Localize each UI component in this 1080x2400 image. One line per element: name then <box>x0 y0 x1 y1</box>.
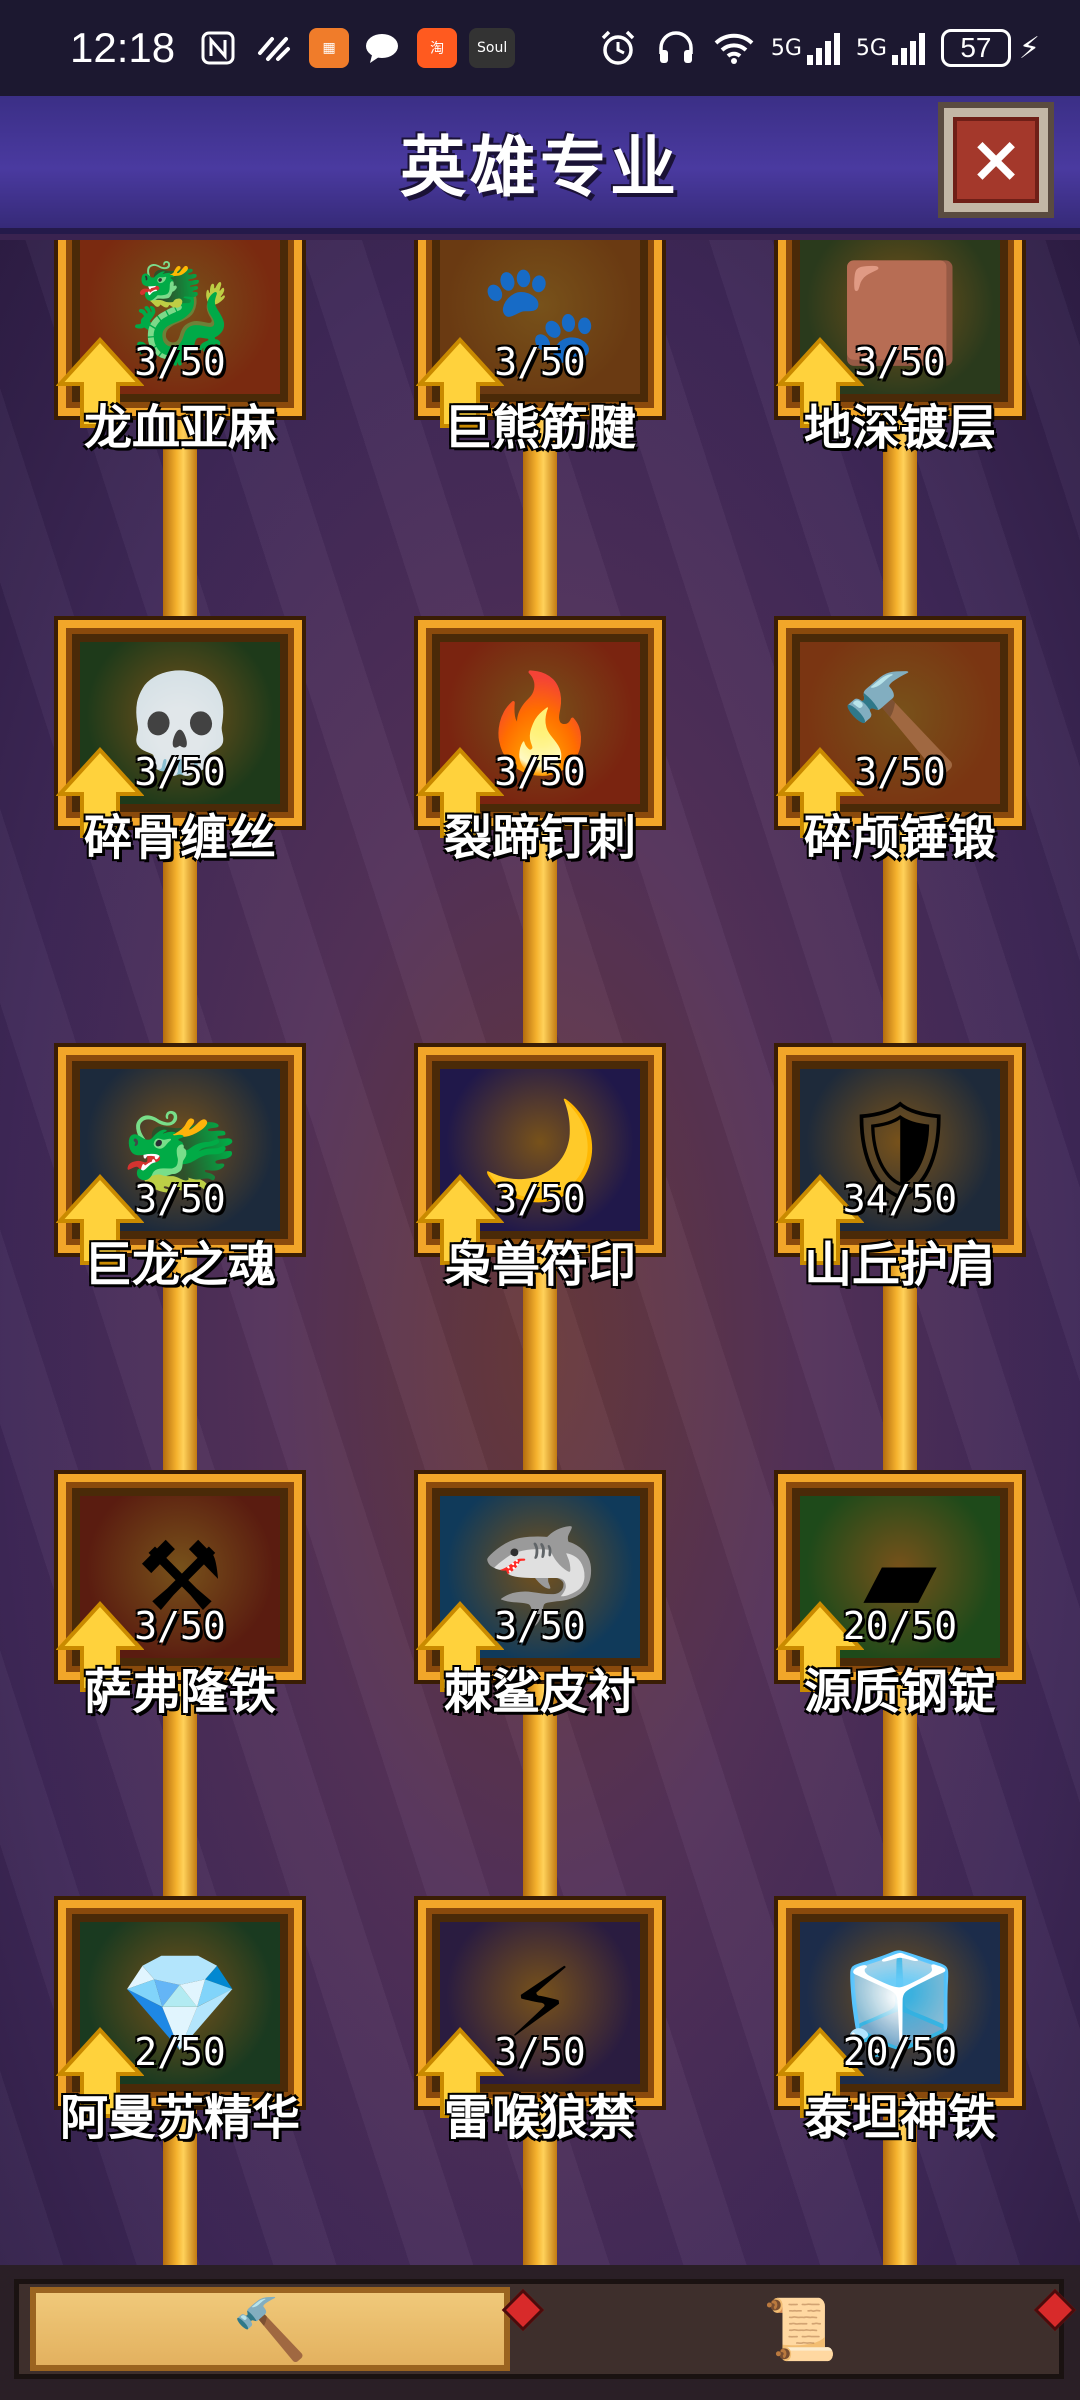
skill-card[interactable]: 🦈 3/50 棘鲨皮衬 <box>416 1474 662 1720</box>
link-icon <box>253 27 295 69</box>
skill-name: 阿曼苏精华 <box>59 2090 300 2146</box>
signal-icon <box>804 31 840 65</box>
skill-level-count: 3/50 <box>134 1177 226 1221</box>
page-title: 英雄专业 <box>400 129 680 206</box>
skill-card[interactable]: 🐾 3/50 巨熊筋腱 <box>416 240 662 456</box>
skill-card[interactable]: 💀 3/50 碎骨缠丝 <box>56 620 302 866</box>
tab-scroll[interactable]: 📜 <box>560 2287 1040 2371</box>
skill-name: 地深镀层 <box>803 400 996 456</box>
skill-name: 巨熊筋腱 <box>443 400 636 456</box>
status-right-cluster: 5G 5G 57 ⚡ <box>597 27 1040 69</box>
skill-card[interactable]: ⚒ 3/50 萨弗隆铁 <box>56 1474 302 1720</box>
skill-card[interactable]: 🌙 3/50 枭兽符印 <box>416 1047 662 1293</box>
tab-hammer[interactable]: 🔨 <box>30 2287 510 2371</box>
skill-card[interactable]: 🛡 34/50 山丘护肩 <box>776 1047 1022 1293</box>
skill-level-count: 20/50 <box>842 1604 958 1648</box>
status-bar: 12:18 ▦ 淘 Soul 5G 5G 57 ⚡ <box>0 0 1080 96</box>
skill-name: 雷喉狼禁 <box>443 2090 636 2146</box>
signal-icon-2 <box>889 31 925 65</box>
skill-name: 枭兽符印 <box>443 1237 636 1293</box>
status-time: 12:18 <box>70 24 176 71</box>
skill-card[interactable]: 💎 2/50 阿曼苏精华 <box>56 1900 302 2146</box>
skill-card[interactable]: ⚡ 3/50 雷喉狼禁 <box>416 1900 662 2146</box>
skill-card[interactable]: 🔨 3/50 碎颅锤锻 <box>776 620 1022 866</box>
nfc-icon <box>197 27 239 69</box>
header-bar: 英雄专业 × <box>0 96 1080 234</box>
bottom-nav: 🔨 📜 <box>0 2265 1080 2400</box>
alarm-icon <box>597 27 639 69</box>
skill-card[interactable]: ▰ 20/50 源质钢锭 <box>776 1474 1022 1720</box>
skill-name: 源质钢锭 <box>803 1664 996 1720</box>
skill-card[interactable]: 🐉 3/50 龙血亚麻 <box>56 240 302 456</box>
skill-name: 泰坦神铁 <box>803 2090 996 2146</box>
skill-level-count: 3/50 <box>854 750 946 794</box>
skill-tree-panel[interactable]: 🐉 3/50 龙血亚麻 🐾 3/50 巨熊筋腱 🟫 3/50 地深镀层 💀 3/50 碎骨缠丝 🔥 3/5… <box>0 240 1080 2265</box>
soul-icon: Soul <box>469 28 516 68</box>
network-type-2: 5G <box>855 35 887 61</box>
skill-name: 碎颅锤锻 <box>803 810 996 866</box>
skill-level-count: 3/50 <box>134 1604 226 1648</box>
skill-level-count: 34/50 <box>842 1177 958 1221</box>
wifi-icon <box>713 27 755 69</box>
skill-name: 山丘护肩 <box>803 1237 996 1293</box>
skill-level-count: 3/50 <box>494 2030 586 2074</box>
skill-name: 巨龙之魂 <box>83 1237 276 1293</box>
network-type-1: 5G <box>770 35 802 61</box>
skill-level-count: 3/50 <box>494 1177 586 1221</box>
skill-level-count: 3/50 <box>134 340 226 384</box>
skill-level-count: 3/50 <box>494 1604 586 1648</box>
close-icon: × <box>953 117 1039 203</box>
skill-card[interactable]: 🐲 3/50 巨龙之魂 <box>56 1047 302 1293</box>
skill-name: 萨弗隆铁 <box>83 1664 276 1720</box>
skill-name: 裂蹄钉刺 <box>443 810 636 866</box>
taobao-icon: 淘 <box>417 28 458 68</box>
skill-name: 碎骨缠丝 <box>83 810 276 866</box>
skill-level-count: 3/50 <box>134 750 226 794</box>
charging-icon: ⚡ <box>1018 30 1040 66</box>
skill-level-count: 2/50 <box>134 2030 226 2074</box>
skill-card[interactable]: 🟫 3/50 地深镀层 <box>776 240 1022 456</box>
skill-card[interactable]: 🧊 20/50 泰坦神铁 <box>776 1900 1022 2146</box>
skill-name: 棘鲨皮衬 <box>443 1664 636 1720</box>
grid-app-icon: ▦ <box>309 28 350 68</box>
battery-indicator: 57 <box>940 29 1011 67</box>
close-button[interactable]: × <box>938 102 1054 218</box>
scroll-icon: 📜 <box>762 2294 838 2365</box>
skill-level-count: 20/50 <box>842 2030 958 2074</box>
hammer-icon: 🔨 <box>232 2294 308 2365</box>
skill-level-count: 3/50 <box>494 750 586 794</box>
skill-name: 龙血亚麻 <box>83 400 276 456</box>
headphones-icon <box>655 27 697 69</box>
skill-card[interactable]: 🔥 3/50 裂蹄钉刺 <box>416 620 662 866</box>
skill-level-count: 3/50 <box>854 340 946 384</box>
chat-icon <box>361 27 403 69</box>
skill-level-count: 3/50 <box>494 340 586 384</box>
